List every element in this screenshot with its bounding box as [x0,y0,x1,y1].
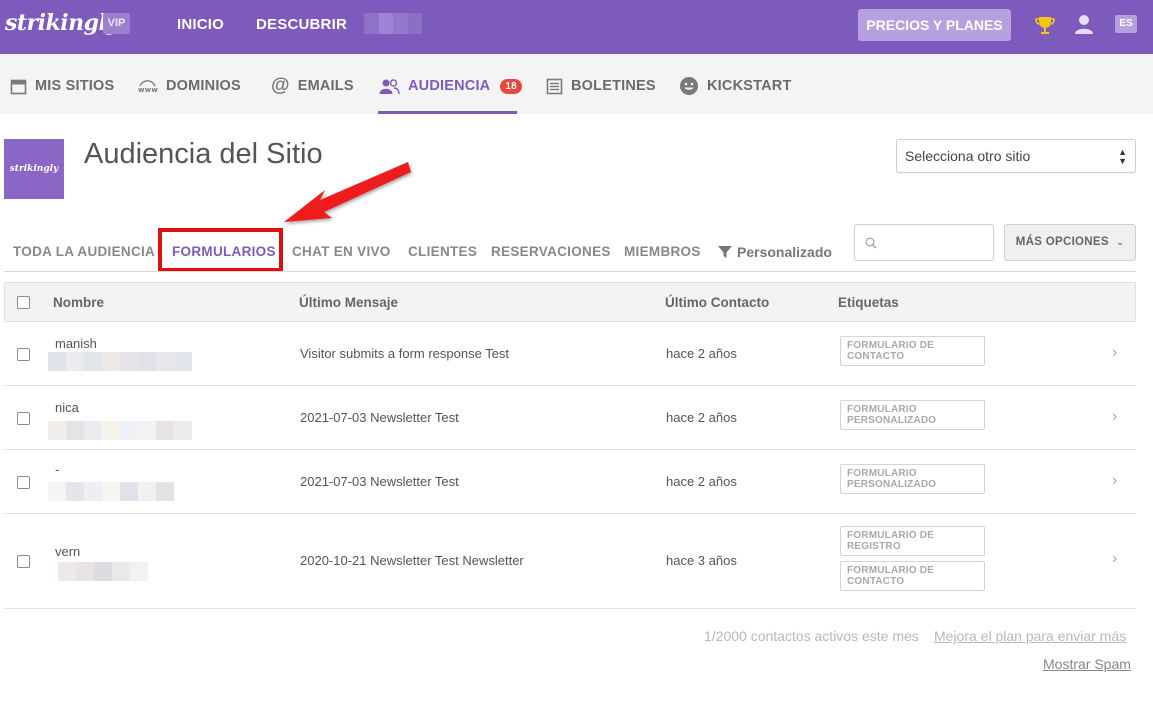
select-arrows-icon: ▲ ▼ [1118,147,1127,166]
last-contact: hace 2 años [666,474,737,489]
more-options-button[interactable]: MÁS OPCIONES ⌄ [1004,224,1136,261]
subnav-mis-sitios[interactable]: MIS SITIOS [10,76,114,96]
top-bar: strikingly VIP INICIO DESCUBRIR PRECIOS … [0,0,1153,54]
table-row[interactable]: manish Visitor submits a form response T… [4,322,1136,386]
nav-descubrir[interactable]: DESCUBRIR [256,16,347,33]
divider [4,271,1136,272]
row-checkbox[interactable] [17,476,30,489]
search-box[interactable] [854,224,994,261]
subnav-label: EMAILS [297,78,354,94]
newsletter-icon [546,78,563,94]
column-header-etiquetas: Etiquetas [838,295,899,310]
site-select-dropdown[interactable]: Selecciona otro sitio ▲ ▼ [896,139,1136,173]
contact-name: vern [55,544,81,559]
pricing-button[interactable]: PRECIOS Y PLANES [858,9,1011,41]
subnav-label: BOLETINES [571,78,656,94]
active-tab-underline [378,111,517,114]
column-header-nombre[interactable]: Nombre [53,295,104,310]
contact-name: nica [55,400,79,415]
subnav-audiencia[interactable]: AUDIENCIA 18 [379,76,522,96]
chevron-right-icon[interactable]: › [1112,472,1117,490]
row-checkbox[interactable] [17,348,30,361]
last-message: 2021-07-03 Newsletter Test [300,410,459,425]
last-contact: hace 2 años [666,346,737,361]
row-checkbox[interactable] [17,412,30,425]
smiley-icon [680,77,698,95]
contact-name: manish [55,336,97,351]
personalizado-label: Personalizado [737,244,832,260]
tag-badge: FORMULARIO DE REGISTRO [840,526,985,556]
search-icon [865,237,877,249]
filter-tab-toda-la-audiencia[interactable]: TODA LA AUDIENCIA [13,244,155,259]
chevron-right-icon[interactable]: › [1112,408,1117,426]
vip-badge: VIP [103,13,130,34]
subnav-dominios[interactable]: www DOMINIOS [137,76,241,96]
tag-badge: FORMULARIO DE CONTACTO [840,561,985,591]
language-selector[interactable]: ES [1115,15,1137,33]
last-message: Visitor submits a form response Test [300,346,510,361]
filter-tab-miembros[interactable]: MIEMBROS [624,244,701,259]
filter-tab-personalizado[interactable]: Personalizado [718,244,832,260]
search-input[interactable] [883,233,983,253]
subnav-label: KICKSTART [707,78,792,94]
annotation-arrow [284,162,411,222]
last-contact: hace 2 años [666,410,737,425]
site-thumbnail[interactable]: strikingly [4,139,64,199]
tag-badge: FORMULARIO PERSONALIZADO [840,464,985,494]
filter-tab-chat-en-vivo[interactable]: CHAT EN VIVO [292,244,391,259]
subnav-label: MIS SITIOS [35,78,115,94]
trophy-icon[interactable] [1034,14,1056,36]
subnav-label: AUDIENCIA [408,78,491,94]
chevron-right-icon[interactable]: › [1112,344,1117,362]
subnav-boletines[interactable]: BOLETINES [546,76,656,96]
at-icon: @ [271,75,290,96]
redacted-email [48,352,192,371]
redacted-email [58,562,148,581]
tag-badge: FORMULARIO PERSONALIZADO [840,400,985,430]
show-spam-link[interactable]: Mostrar Spam [1043,656,1131,672]
svg-text:www: www [138,86,158,94]
calendar-icon [10,79,27,94]
table-header: Nombre Último Mensaje Último Contacto Et… [4,282,1136,322]
site-select-value: Selecciona otro sitio [905,148,1031,164]
subnav-kickstart[interactable]: KICKSTART [679,76,792,96]
select-all-checkbox[interactable] [17,296,30,309]
table-row[interactable]: - 2021-07-03 Newsletter Test hace 2 años… [4,450,1136,514]
www-icon: www [138,79,158,94]
last-message: 2020-10-21 Newsletter Test Newsletter [300,553,524,568]
nav-inicio[interactable]: INICIO [177,16,224,33]
redacted-block [364,13,422,34]
strikingly-logo[interactable]: strikingly [5,10,119,36]
table-row[interactable]: vern 2020-10-21 Newsletter Test Newslett… [4,514,1136,609]
column-header-ultimo-contacto[interactable]: Último Contacto [665,295,769,310]
contact-name: - [55,462,60,477]
audience-count-badge: 18 [500,78,522,94]
chevron-down-icon: ⌄ [1116,237,1125,247]
column-header-ultimo-mensaje[interactable]: Último Mensaje [299,295,398,310]
redacted-email [48,482,192,501]
table-row[interactable]: nica 2021-07-03 Newsletter Test hace 2 a… [4,386,1136,450]
annotation-highlight-box [158,228,283,272]
last-message: 2021-07-03 Newsletter Test [300,474,459,489]
last-contact: hace 3 años [666,553,737,568]
user-icon[interactable] [1073,13,1095,35]
more-options-label: MÁS OPCIONES [1015,236,1109,248]
subnav-label: DOMINIOS [166,78,241,94]
filter-tab-reservaciones[interactable]: RESERVACIONES [491,244,611,259]
chevron-right-icon[interactable]: › [1112,550,1117,568]
subnav-emails[interactable]: @ EMAILS [271,75,354,96]
row-checkbox[interactable] [17,555,30,568]
audience-icon [379,78,400,94]
section-nav: MIS SITIOS www DOMINIOS @ EMAILS AUDIENC… [0,54,1153,114]
redacted-email [48,421,192,440]
active-contacts-count: 1/2000 contactos activos este mes [704,628,919,644]
upgrade-plan-link[interactable]: Mejora el plan para enviar más [934,628,1126,644]
filter-tab-clientes[interactable]: CLIENTES [408,244,477,259]
filter-icon [718,246,732,258]
tag-badge: FORMULARIO DE CONTACTO [840,336,985,366]
